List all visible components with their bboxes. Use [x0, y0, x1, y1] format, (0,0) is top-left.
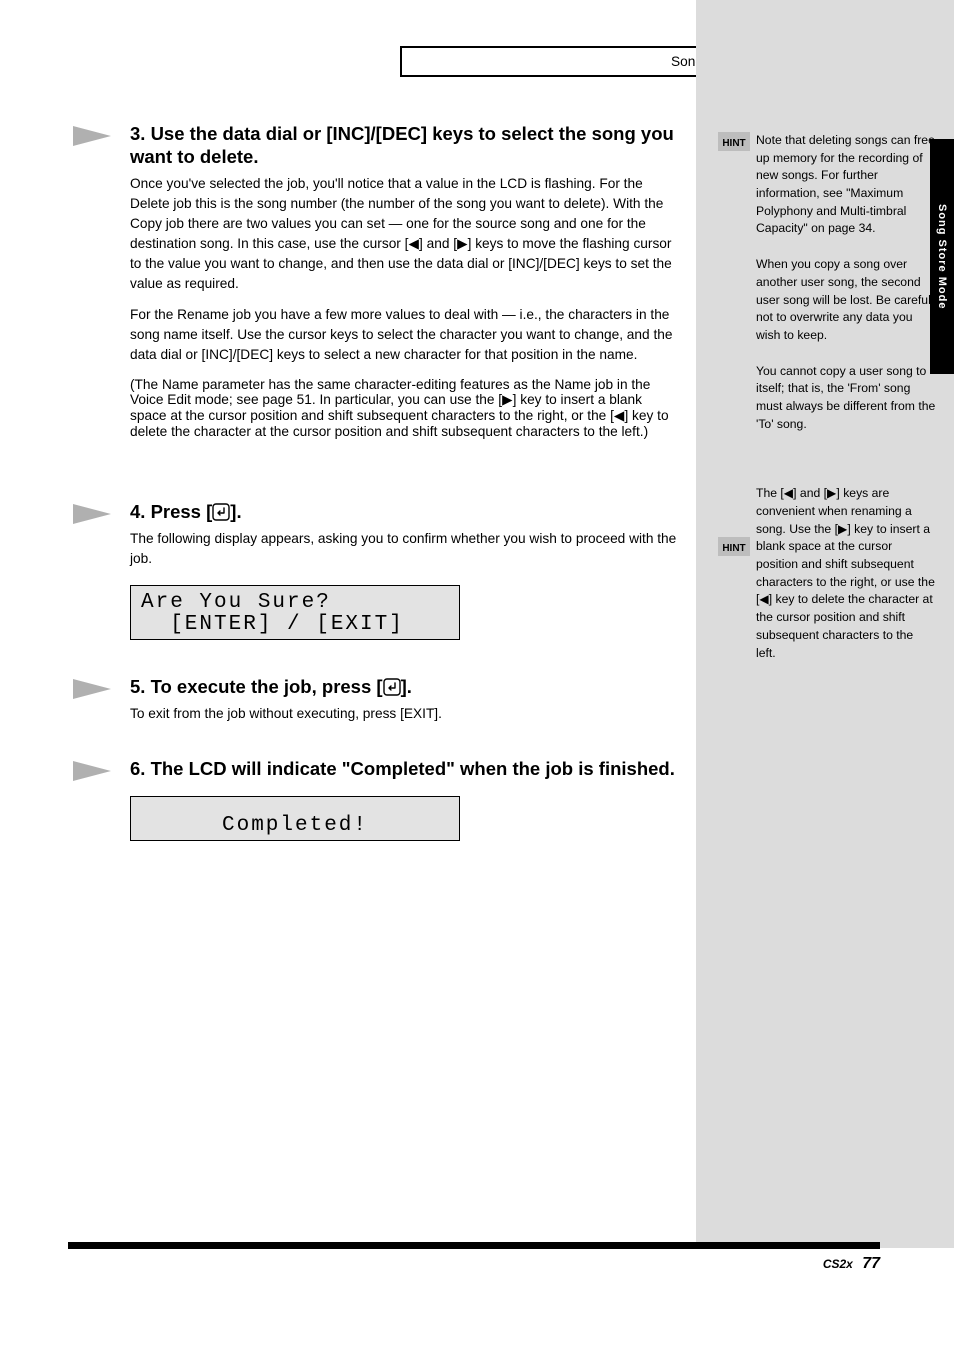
step-arrow-icon	[73, 504, 111, 524]
step-4-body: The following display appears, asking yo…	[68, 529, 682, 569]
step-4: 4. Press []. The following display appea…	[68, 500, 682, 640]
step-3-body-1: Once you've selected the job, you'll not…	[68, 174, 682, 293]
footer: CS2x 77	[68, 1255, 880, 1273]
enter-key-icon	[383, 678, 401, 696]
hint-icon: HINT	[718, 132, 750, 151]
step-arrow-icon	[73, 126, 111, 146]
step-5-body: To exit from the job without executing, …	[68, 704, 442, 724]
cursor-right-icon: ▶	[457, 236, 468, 251]
step-5: 5. To execute the job, press []. To exit…	[68, 675, 442, 724]
footer-model: CS2x	[823, 1257, 853, 1271]
step-6-heading: 6. The LCD will indicate "Completed" whe…	[68, 757, 675, 780]
lcd-completed: Completed!	[130, 796, 460, 841]
step-5-heading: 5. To execute the job, press [].	[68, 675, 442, 698]
step-3-body-2: For the Rename job you have a few more v…	[68, 305, 682, 365]
hint-icon: HINT	[718, 537, 750, 556]
hint-text-4: The [◀] and [▶] keys are convenient when…	[756, 485, 936, 662]
step-4-heading: 4. Press [].	[68, 500, 682, 523]
lcd-confirm: Are You Sure? [ENTER] / [EXIT]	[130, 585, 460, 640]
step-6: 6. The LCD will indicate "Completed" whe…	[68, 757, 675, 841]
sidebar: HINT Note that deleting songs can free u…	[696, 0, 954, 1248]
hint-text-3: You cannot copy a user song to itself; t…	[756, 363, 936, 434]
enter-key-icon	[212, 503, 230, 521]
step-3: 3. Use the data dial or [INC]/[DEC] keys…	[68, 122, 682, 439]
step-3-parenthetical: (The Name parameter has the same charact…	[68, 377, 682, 439]
cursor-left-icon: ◀	[614, 408, 625, 423]
hint-text-2: When you copy a song over another user s…	[756, 256, 936, 344]
hint-text-1: Note that deleting songs can free up mem…	[756, 132, 936, 238]
footer-rule	[68, 1242, 880, 1249]
step-3-heading: 3. Use the data dial or [INC]/[DEC] keys…	[68, 122, 682, 168]
step-arrow-icon	[73, 679, 111, 699]
footer-page: 77	[862, 1255, 880, 1272]
cursor-left-icon: ◀	[408, 236, 419, 251]
step-arrow-icon	[73, 761, 111, 781]
cursor-right-icon: ▶	[502, 392, 513, 407]
side-tab: Song Store Mode	[930, 139, 954, 374]
